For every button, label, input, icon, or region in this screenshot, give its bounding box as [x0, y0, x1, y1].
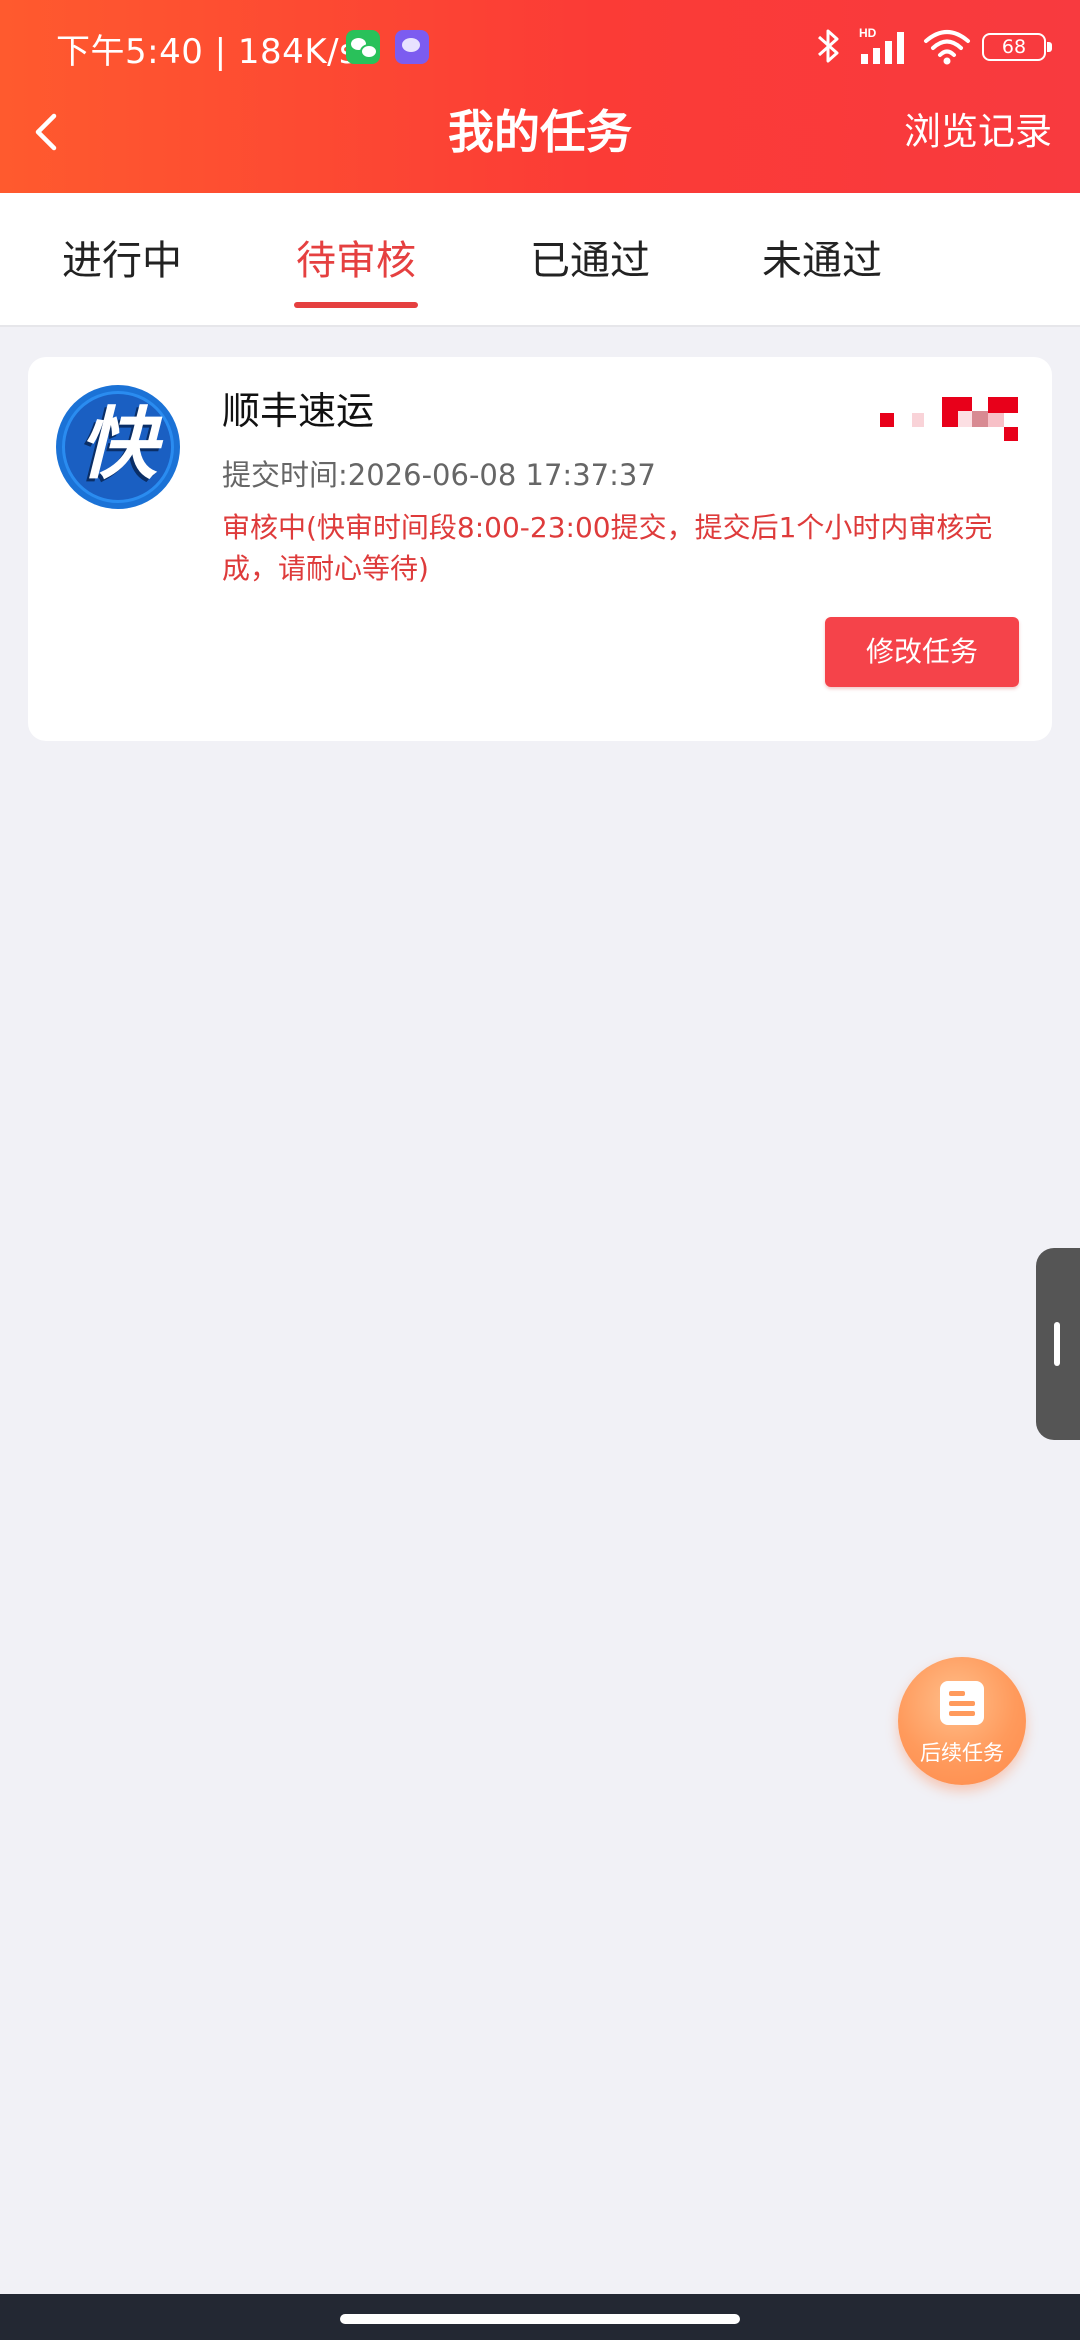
tab-rejected[interactable]: 未通过 — [762, 193, 882, 325]
nav-bar: 我的任务 浏览记录 — [0, 96, 1080, 193]
wifi-icon — [924, 30, 970, 65]
tab-in-progress[interactable]: 进行中 — [62, 193, 182, 325]
task-status-tabs: 进行中 待审核 已通过 未通过 — [0, 193, 1080, 327]
soul-app-icon — [395, 30, 429, 64]
task-app-logo: 快 — [56, 385, 180, 509]
app-header: 下午5:40 | 184K/s HD 68 我的任务 浏览记录 — [0, 0, 1080, 193]
tab-approved[interactable]: 已通过 — [530, 193, 650, 325]
status-time: 下午5:40 | 184K/s — [56, 32, 358, 72]
status-bar: 下午5:40 | 184K/s HD 68 — [0, 0, 1080, 96]
active-tab-indicator — [294, 302, 418, 308]
system-navigation-bar — [0, 2294, 1080, 2340]
edit-task-button[interactable]: 修改任务 — [825, 617, 1019, 687]
follow-up-tasks-label: 后续任务 — [920, 1741, 1004, 1765]
wechat-icon — [346, 30, 380, 64]
bluetooth-icon — [818, 29, 839, 63]
task-title: 顺丰速运 — [222, 389, 375, 433]
task-card[interactable]: 快 顺丰速运 提交时间:2026-06-08 17:37:37 审核中(快审时间… — [28, 357, 1052, 741]
browse-history-link[interactable]: 浏览记录 — [904, 96, 1052, 168]
hd-signal-icon: HD — [859, 26, 904, 64]
chevron-left-icon[interactable] — [22, 96, 92, 168]
battery-level: 68 — [1001, 36, 1027, 58]
follow-up-tasks-button[interactable]: 后续任务 — [898, 1657, 1026, 1785]
document-list-icon — [940, 1681, 984, 1725]
task-submit-time: 提交时间:2026-06-08 17:37:37 — [222, 458, 656, 492]
svg-text:HD: HD — [859, 26, 877, 40]
task-logo-text: 快 — [78, 400, 157, 490]
redacted-mosaic-mark — [880, 397, 1018, 441]
side-drawer-handle[interactable] — [1036, 1248, 1080, 1440]
task-review-status: 审核中(快审时间段8:00-23:00提交，提交后1个小时内审核完成，请耐心等待… — [222, 511, 993, 585]
handle-grip — [1054, 1322, 1060, 1366]
home-indicator[interactable] — [340, 2314, 740, 2324]
battery-icon: 68 — [982, 33, 1052, 61]
